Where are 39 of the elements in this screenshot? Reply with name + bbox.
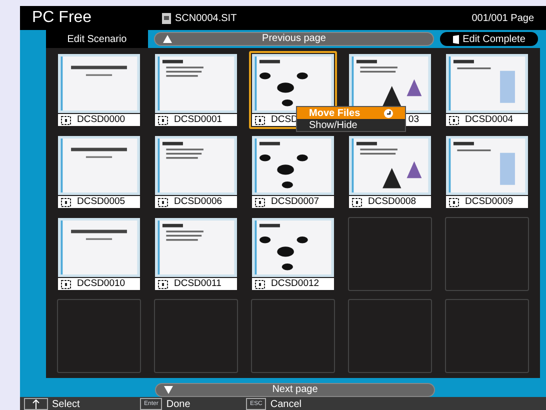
camera-icon xyxy=(449,198,459,206)
camera-icon xyxy=(449,116,459,124)
next-page-button[interactable]: Next page xyxy=(155,383,435,397)
camera-icon xyxy=(255,116,265,124)
camera-icon xyxy=(61,116,71,124)
previous-page-button[interactable]: Previous page xyxy=(154,32,434,46)
down-triangle-icon xyxy=(164,386,173,394)
camera-icon xyxy=(255,198,265,206)
camera-icon xyxy=(255,280,265,288)
camera-icon xyxy=(352,198,362,206)
camera-icon xyxy=(158,198,168,206)
file-label: DCSD0009 xyxy=(465,196,514,208)
camera-icon xyxy=(61,280,71,288)
enter-icon xyxy=(384,108,393,118)
file-label: 03 xyxy=(408,114,419,126)
file-label: DCSD0012 xyxy=(271,278,320,290)
edit-complete-button[interactable]: Edit Complete xyxy=(440,32,538,46)
camera-icon xyxy=(158,116,168,124)
file-label: DCSD0005 xyxy=(77,196,126,208)
file-label: DCSD0007 xyxy=(271,196,320,208)
page-counter: 001/001 Page xyxy=(472,12,534,26)
app-title: PC Free xyxy=(32,8,93,28)
camera-icon xyxy=(158,280,168,288)
footer-hint: Cancel xyxy=(270,398,302,410)
document-icon xyxy=(162,12,171,24)
file-label: DCSD0000 xyxy=(77,114,126,126)
footer-hint: Done xyxy=(166,398,190,410)
file-name: SCN0004.SIT xyxy=(175,12,237,26)
camera-icon xyxy=(61,198,71,206)
file-label: DCSD0004 xyxy=(465,114,514,126)
up-triangle-icon xyxy=(163,35,172,43)
file-label: DCSD0008 xyxy=(368,196,416,208)
file-label: DCSD0006 xyxy=(174,196,222,208)
tab[interactable]: Edit Scenario xyxy=(46,30,148,48)
door-icon xyxy=(452,34,459,44)
file-label: DCSD0001 xyxy=(174,114,222,126)
file-label: DCSD0011 xyxy=(174,278,222,290)
file-label: DCSD0010 xyxy=(77,278,126,290)
footer-hint: Select xyxy=(52,398,80,410)
